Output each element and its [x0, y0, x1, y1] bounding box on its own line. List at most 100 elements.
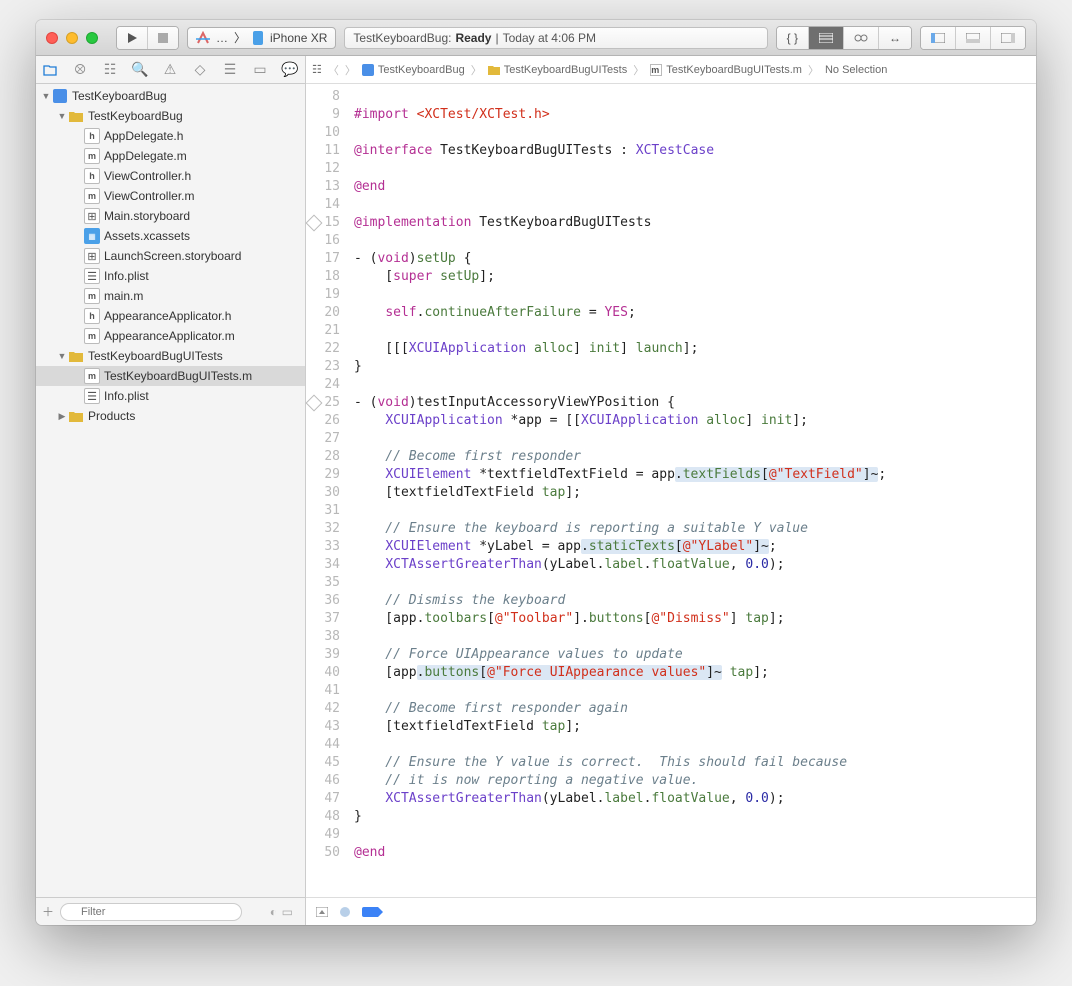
report-navigator-tab[interactable]: 💬 — [282, 62, 298, 78]
toggle-debug-button[interactable] — [956, 27, 991, 49]
folder-icon — [68, 108, 84, 124]
main-split: ⮾ ☷ 🔍 ⚠ ◇ ☰ ▭ 💬 ▼TestKeyboardBug▼TestKey… — [36, 56, 1036, 925]
project-icon — [52, 88, 68, 104]
find-navigator-tab[interactable]: 🔍 — [132, 62, 148, 78]
continue-icon[interactable] — [362, 907, 378, 917]
recent-filter-icon[interactable]: ◐ — [270, 905, 277, 919]
issue-navigator-tab[interactable]: ⚠ — [162, 62, 178, 78]
nav-file[interactable]: ⊞LaunchScreen.storyboard — [36, 246, 305, 266]
disclosure-triangle[interactable]: ▼ — [56, 111, 68, 121]
debug-bar — [306, 897, 1036, 925]
project-icon — [362, 64, 374, 76]
jump-bar-item-group[interactable]: TestKeyboardBugUITests — [488, 64, 628, 76]
jump-bar-item-file[interactable]: m TestKeyboardBugUITests.m — [650, 64, 802, 76]
folder-icon — [68, 408, 84, 424]
toggle-inspector-button[interactable] — [991, 27, 1025, 49]
h-file-icon: h — [84, 308, 100, 324]
activity-status[interactable]: TestKeyboardBug: Ready | Today at 4:06 P… — [344, 27, 767, 49]
run-stop-segment — [116, 26, 179, 50]
nav-group-tests[interactable]: ▼TestKeyboardBugUITests — [36, 346, 305, 366]
line-gutter[interactable]: 8910111213141516171819202122232425262728… — [306, 84, 346, 897]
symbol-navigator-tab[interactable]: ☷ — [102, 62, 118, 78]
version-editor-button[interactable] — [844, 27, 879, 49]
nav-group-app[interactable]: ▼TestKeyboardBug — [36, 106, 305, 126]
source-editor[interactable]: 8910111213141516171819202122232425262728… — [306, 84, 1036, 897]
navigator-sidebar: ⮾ ☷ 🔍 ⚠ ◇ ☰ ▭ 💬 ▼TestKeyboardBug▼TestKey… — [36, 56, 306, 925]
test-navigator-tab[interactable]: ◇ — [192, 62, 208, 78]
standard-editor-button[interactable]: { } — [777, 27, 809, 49]
nav-file[interactable]: mAppDelegate.m — [36, 146, 305, 166]
m-file-icon: m — [84, 188, 100, 204]
add-button[interactable]: ＋ — [42, 903, 54, 920]
nav-item-label: TestKeyboardBugUITests.m — [104, 369, 252, 383]
chevron-right-icon: 〉 — [234, 29, 246, 46]
nav-file[interactable]: m TestKeyboardBugUITests.m — [36, 366, 305, 386]
nav-file[interactable]: ☰Info.plist — [36, 386, 305, 406]
disclosure-triangle[interactable]: ▼ — [40, 91, 52, 101]
source-control-navigator-tab[interactable]: ⮾ — [72, 62, 88, 78]
m-file-icon: m — [84, 288, 100, 304]
minimize-window-button[interactable] — [66, 32, 78, 44]
xcode-window: … 〉 iPhone XR TestKeyboardBug: Ready | T… — [36, 20, 1036, 925]
back-button[interactable]: 〈 — [328, 62, 339, 78]
run-button[interactable] — [117, 27, 148, 49]
m-file-icon: m — [84, 368, 100, 384]
filter-input[interactable] — [60, 903, 242, 921]
folder-icon — [488, 65, 500, 75]
breakpoint-toggle-icon[interactable] — [340, 907, 350, 917]
jump-bar-item-symbol[interactable]: No Selection — [825, 64, 887, 76]
nav-file[interactable]: m ViewController.m — [36, 186, 305, 206]
stop-button[interactable] — [148, 27, 178, 49]
nav-file[interactable]: h AppDelegate.h — [36, 126, 305, 146]
assistant-editor-button[interactable] — [809, 27, 844, 49]
close-window-button[interactable] — [46, 32, 58, 44]
zoom-window-button[interactable] — [86, 32, 98, 44]
nav-file[interactable]: mmain.m — [36, 286, 305, 306]
nav-item-label: Info.plist — [104, 269, 149, 283]
titlebar: … 〉 iPhone XR TestKeyboardBug: Ready | T… — [36, 20, 1036, 56]
app-icon — [196, 31, 210, 45]
nav-file[interactable]: h AppearanceApplicator.h — [36, 306, 305, 326]
nav-item-label: Assets.xcassets — [104, 229, 190, 243]
jump-bar-label: TestKeyboardBug — [378, 64, 465, 76]
status-time: Today at 4:06 PM — [503, 31, 596, 45]
disclosure-triangle[interactable]: ▶ — [56, 411, 68, 422]
toggle-debug-area-icon[interactable] — [316, 907, 328, 917]
nav-file[interactable]: ⊞Main.storyboard — [36, 206, 305, 226]
scheme-device-label: iPhone XR — [270, 31, 327, 45]
breakpoint-navigator-tab[interactable]: ▭ — [252, 62, 268, 78]
status-sep: | — [495, 31, 498, 45]
jump-bar-item-project[interactable]: TestKeyboardBug — [362, 64, 465, 76]
scm-filter-icon[interactable]: ▭ — [282, 905, 293, 919]
code-content[interactable]: #import <XCTest/XCTest.h> @interface Tes… — [346, 84, 894, 897]
h-file-icon: h — [84, 128, 100, 144]
project-navigator-tab[interactable] — [42, 62, 58, 78]
toggle-navigator-button[interactable] — [921, 27, 956, 49]
nav-file[interactable]: mAppearanceApplicator.m — [36, 326, 305, 346]
nav-item-label: AppearanceApplicator.h — [104, 309, 231, 323]
h-file-icon: h — [84, 168, 100, 184]
debug-navigator-tab[interactable]: ☰ — [222, 62, 238, 78]
scheme-selector[interactable]: … 〉 iPhone XR — [187, 27, 336, 49]
nav-file[interactable]: hViewController.h — [36, 166, 305, 186]
panel-toggles — [920, 26, 1026, 50]
m-file-icon: m — [84, 328, 100, 344]
related-items-icon[interactable]: ☷ — [312, 63, 322, 76]
disclosure-triangle[interactable]: ▼ — [56, 351, 68, 361]
nav-item-label: Info.plist — [104, 389, 149, 403]
nav-item-label: TestKeyboardBug — [72, 89, 167, 103]
nav-item-label: ViewController.m — [104, 189, 194, 203]
nav-item-label: AppDelegate.h — [104, 129, 183, 143]
status-state: Ready — [455, 31, 491, 45]
status-project: TestKeyboardBug: — [353, 31, 451, 45]
nav-file[interactable]: ☰ Info.plist — [36, 266, 305, 286]
plist-icon: ☰ — [84, 268, 100, 284]
review-editor-button[interactable]: ↔ — [879, 27, 911, 49]
nav-item-label: Main.storyboard — [104, 209, 190, 223]
jump-bar[interactable]: ☷ 〈 〉 TestKeyboardBug 〉 TestKeyboardBugU… — [306, 56, 1036, 84]
project-navigator[interactable]: ▼TestKeyboardBug▼TestKeyboardBughAppDele… — [36, 84, 305, 897]
forward-button[interactable]: 〉 — [345, 62, 356, 78]
nav-file[interactable]: ▦Assets.xcassets — [36, 226, 305, 246]
nav-project[interactable]: ▼ TestKeyboardBug — [36, 86, 305, 106]
nav-group-products[interactable]: ▶Products — [36, 406, 305, 426]
